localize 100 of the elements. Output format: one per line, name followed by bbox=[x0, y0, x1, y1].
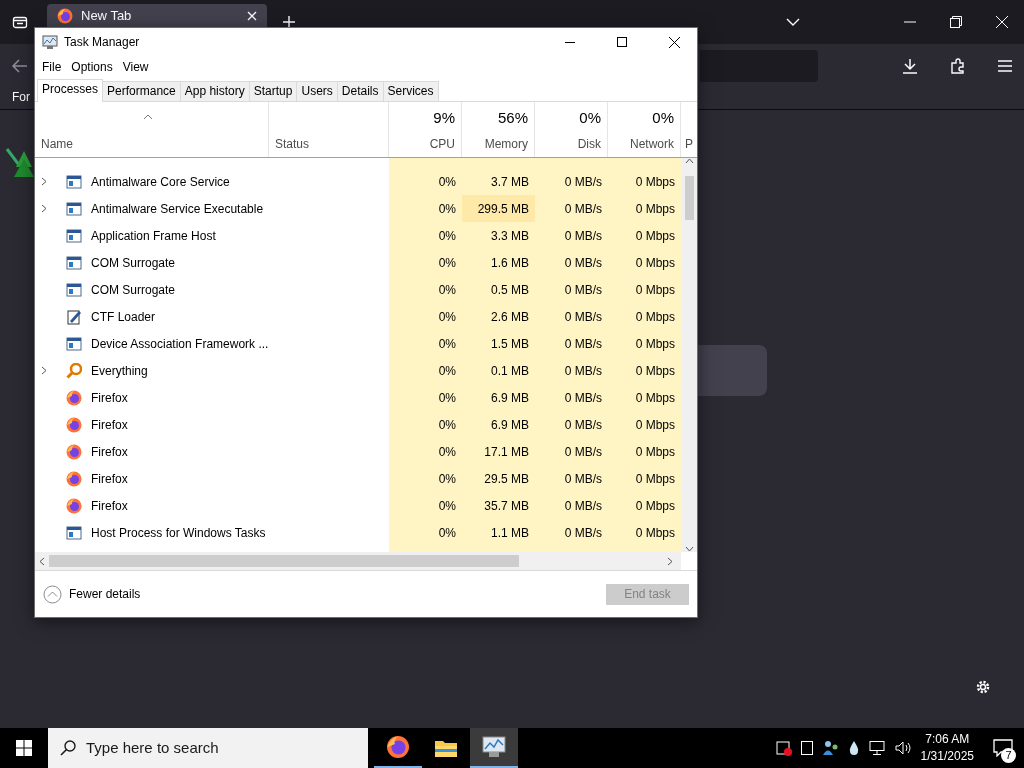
usage-percent: 0% bbox=[579, 107, 601, 128]
droplet-icon[interactable] bbox=[848, 741, 859, 755]
close-icon[interactable] bbox=[247, 10, 257, 21]
restore-icon[interactable] bbox=[950, 16, 962, 28]
column-header[interactable]: Status bbox=[275, 135, 382, 153]
tab[interactable]: Startup bbox=[248, 81, 298, 101]
column-header[interactable]: Network bbox=[630, 135, 674, 153]
cpu-value: 0% bbox=[438, 281, 456, 299]
memory-value: 3.7 MB bbox=[490, 173, 530, 191]
expand-chevron-icon[interactable] bbox=[41, 204, 47, 213]
scroll-thumb[interactable] bbox=[684, 176, 694, 220]
window-icon bbox=[66, 200, 82, 217]
scroll-thumb[interactable] bbox=[49, 555, 519, 567]
column-header[interactable]: Memory bbox=[484, 135, 528, 153]
process-name: Antimalware Service Executable bbox=[91, 200, 264, 218]
cpu-value: 0% bbox=[438, 227, 456, 245]
tab[interactable]: Processes bbox=[37, 79, 104, 102]
horizontal-scrollbar[interactable] bbox=[35, 552, 681, 570]
column-header[interactable]: Name bbox=[41, 135, 262, 153]
taskbar-search-field[interactable]: Type here to search bbox=[48, 728, 368, 768]
scroll-right-icon[interactable] bbox=[667, 556, 673, 566]
cpu-value: 0% bbox=[438, 308, 456, 326]
network-value: 0 Mbps bbox=[635, 389, 675, 407]
magnifier-icon bbox=[66, 362, 82, 379]
cpu-value: 0% bbox=[438, 173, 456, 191]
expand-chevron-icon[interactable] bbox=[41, 177, 47, 186]
bookmark-item[interactable]: For bbox=[12, 90, 30, 104]
window-title: Task Manager bbox=[64, 34, 141, 51]
disk-value: 0 MB/s bbox=[564, 470, 602, 488]
network-icon[interactable] bbox=[867, 741, 886, 755]
network-value: 0 Mbps bbox=[635, 416, 675, 434]
puzzle-icon[interactable] bbox=[950, 58, 966, 74]
tablet-icon[interactable] bbox=[800, 741, 813, 755]
column-header[interactable]: P bbox=[685, 135, 698, 153]
plus-icon[interactable] bbox=[282, 15, 296, 29]
disk-value: 0 MB/s bbox=[564, 497, 602, 515]
memory-value: 35.7 MB bbox=[483, 497, 530, 515]
settings-icon[interactable] bbox=[975, 679, 991, 695]
notification-badge: 7 bbox=[1001, 748, 1016, 763]
menu-item[interactable]: Options bbox=[66, 58, 118, 76]
chevron-down-icon[interactable] bbox=[786, 18, 800, 26]
firefox-icon bbox=[66, 470, 82, 487]
memory-value: 3.3 MB bbox=[490, 227, 530, 245]
memory-value: 17.1 MB bbox=[483, 443, 530, 461]
download-icon[interactable] bbox=[902, 58, 918, 74]
window-icon bbox=[66, 281, 82, 298]
memory-value: 1.6 MB bbox=[490, 254, 530, 272]
cpu-value: 0% bbox=[438, 416, 456, 434]
cpu-value: 0% bbox=[438, 470, 456, 488]
people-icon[interactable] bbox=[821, 740, 840, 756]
memory-value: 1.5 MB bbox=[490, 335, 530, 353]
notification-icon[interactable] bbox=[993, 739, 1013, 757]
cpu-value: 0% bbox=[438, 524, 456, 542]
back-arrow-icon[interactable] bbox=[12, 59, 28, 73]
process-name: CTF Loader bbox=[91, 308, 156, 326]
window-icon bbox=[66, 173, 82, 190]
clock[interactable]: 7:06 AM 1/31/2025 bbox=[912, 731, 982, 765]
scroll-up-icon[interactable] bbox=[684, 158, 694, 164]
tab[interactable]: App history bbox=[179, 81, 250, 101]
taskbar-app-button[interactable] bbox=[470, 728, 518, 768]
network-value: 0 Mbps bbox=[635, 443, 675, 461]
firefox-icon bbox=[66, 497, 82, 514]
firefox-icon bbox=[57, 7, 73, 24]
tab-list-icon[interactable] bbox=[12, 14, 28, 30]
menu-icon[interactable] bbox=[998, 60, 1012, 72]
collapse-circle-icon[interactable] bbox=[43, 584, 62, 604]
close-icon[interactable] bbox=[996, 16, 1008, 28]
menu-item[interactable]: View bbox=[117, 58, 154, 76]
network-value: 0 Mbps bbox=[635, 470, 675, 488]
process-name: Firefox bbox=[91, 416, 128, 434]
window-icon bbox=[66, 254, 82, 271]
windows-start-icon[interactable] bbox=[16, 740, 32, 756]
tab[interactable]: Details bbox=[336, 81, 384, 101]
process-name: Application Frame Host bbox=[91, 227, 216, 245]
menu-item[interactable]: File bbox=[37, 58, 67, 76]
maximize-icon bbox=[617, 37, 627, 47]
process-name: Device Association Framework ... bbox=[91, 335, 269, 353]
tab[interactable]: Services bbox=[382, 81, 439, 101]
disk-value: 0 MB/s bbox=[564, 254, 602, 272]
column-header[interactable]: CPU bbox=[429, 135, 455, 153]
window-icon bbox=[66, 335, 82, 352]
disk-value: 0 MB/s bbox=[564, 335, 602, 353]
browser-tab[interactable]: New Tab bbox=[47, 4, 267, 27]
tab[interactable]: Performance bbox=[102, 81, 181, 101]
scroll-down-icon[interactable] bbox=[684, 546, 694, 552]
fewer-details-link[interactable]: Fewer details bbox=[69, 585, 141, 603]
column-header[interactable]: Disk bbox=[577, 135, 601, 153]
shield-alert-icon[interactable] bbox=[775, 740, 792, 756]
scroll-left-icon[interactable] bbox=[39, 556, 45, 566]
expand-chevron-icon[interactable] bbox=[41, 366, 47, 375]
memory-value: 0.5 MB bbox=[490, 281, 530, 299]
cpu-value: 0% bbox=[438, 497, 456, 515]
cpu-value: 0% bbox=[438, 254, 456, 272]
process-name: Firefox bbox=[91, 497, 128, 515]
disk-value: 0 MB/s bbox=[564, 362, 602, 380]
volume-icon[interactable] bbox=[894, 741, 913, 755]
firefox-icon bbox=[66, 389, 82, 406]
vertical-scrollbar[interactable] bbox=[681, 158, 697, 552]
disk-value: 0 MB/s bbox=[564, 443, 602, 461]
tab[interactable]: Users bbox=[296, 81, 338, 101]
